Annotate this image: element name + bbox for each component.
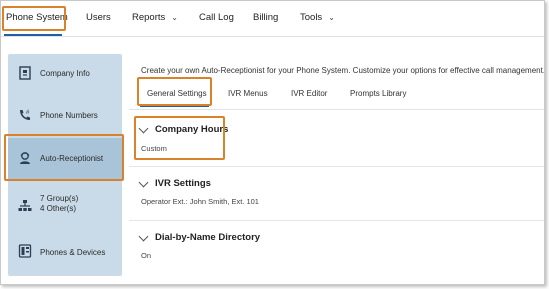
highlight-auto-receptionist xyxy=(4,134,124,181)
nav-tools-label: Tools xyxy=(300,12,323,23)
sidebar-item-company-info[interactable]: Company Info xyxy=(8,54,122,96)
groups-icon xyxy=(18,200,32,211)
nav-billing[interactable]: Billing xyxy=(253,1,278,35)
highlight-phone-system xyxy=(2,6,66,31)
chevron-down-icon[interactable] xyxy=(138,177,149,188)
nav-billing-label: Billing xyxy=(253,12,279,23)
sidebar-item-label: Phone Numbers xyxy=(40,111,98,120)
phone-numbers-icon: # xyxy=(20,110,30,120)
highlight-company-hours xyxy=(134,116,225,160)
chevron-down-icon: ⌄ xyxy=(328,13,335,22)
svg-text:#: # xyxy=(26,110,30,116)
tab-ivr-editor[interactable]: IVR Editor xyxy=(291,89,327,98)
sidebar-item-phone-numbers[interactable]: # Phone Numbers xyxy=(8,96,122,138)
nav-users[interactable]: Users xyxy=(86,1,111,35)
tab-ivr-menus[interactable]: IVR Menus xyxy=(228,89,268,98)
nav-call-log-label: Call Log xyxy=(199,12,234,23)
phones-devices-icon xyxy=(18,244,32,258)
sidebar-item-label: Phones & Devices xyxy=(40,248,106,257)
chevron-down-icon: ⌄ xyxy=(171,13,178,22)
highlight-general-settings xyxy=(137,77,212,106)
nav-active-indicator xyxy=(4,34,62,36)
app-window: Phone System Users Reports ⌄ Call Log Bil… xyxy=(0,0,545,285)
tab-prompts-library[interactable]: Prompts Library xyxy=(350,89,406,98)
section-ivr-settings[interactable]: IVR Settings Operator Ext.: John Smith, … xyxy=(129,167,544,221)
section-title: IVR Settings xyxy=(155,178,211,189)
sidebar-item-label-groups: 7 Group(s) xyxy=(40,194,79,203)
company-info-icon xyxy=(19,66,31,80)
nav-call-log[interactable]: Call Log xyxy=(199,1,234,35)
intro-text: Create your own Auto-Receptionist for yo… xyxy=(141,66,545,75)
top-nav: Phone System Users Reports ⌄ Call Log Bil… xyxy=(1,1,544,37)
section-title: Dial-by-Name Directory xyxy=(155,232,261,243)
sidebar-item-label-others: 4 Other(s) xyxy=(40,204,77,213)
nav-users-label: Users xyxy=(86,12,111,23)
nav-reports[interactable]: Reports ⌄ xyxy=(132,1,178,35)
sidebar-item-phones-devices[interactable]: Phones & Devices xyxy=(8,230,122,272)
section-dial-by-name[interactable]: Dial-by-Name Directory On xyxy=(129,221,544,275)
nav-reports-label: Reports xyxy=(132,12,166,23)
chevron-down-icon[interactable] xyxy=(138,231,149,242)
nav-tools[interactable]: Tools ⌄ xyxy=(300,1,335,35)
section-value: Operator Ext.: John Smith, Ext. 101 xyxy=(141,197,259,206)
section-value: On xyxy=(141,251,152,260)
sidebar-item-label: Company Info xyxy=(40,69,90,78)
sidebar-item-groups[interactable]: 7 Group(s) 4 Other(s) xyxy=(8,182,122,230)
